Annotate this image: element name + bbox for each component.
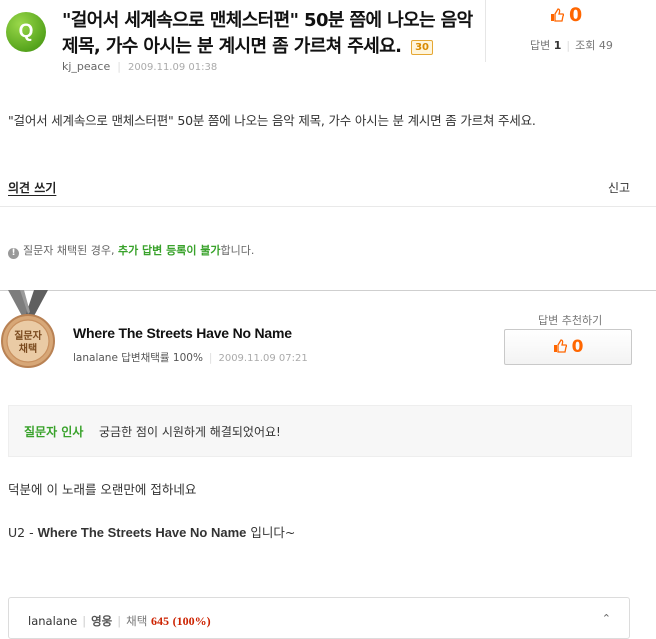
question-badge: Q xyxy=(6,12,46,52)
question-date: 2009.11.09 01:38 xyxy=(127,62,218,73)
meta-divider: | xyxy=(117,60,121,73)
profile-row: lanalane | 영웅 | 채택 645 (100%) xyxy=(28,613,211,629)
profile-adoption-label: 채택 xyxy=(126,614,148,628)
answer-body-line1: 덕분에 이 노래를 오랜만에 접하네요 xyxy=(8,482,197,497)
answer-body-line2: U2 - Where The Streets Have No Name 입니다~ xyxy=(8,522,295,541)
notice-highlight: 추가 답변 등록이 불가 xyxy=(117,244,221,257)
asker-thanks-box: 질문자 인사 궁금한 점이 시원하게 해결되었어요! xyxy=(8,405,632,457)
profile-name[interactable]: lanalane xyxy=(28,614,77,628)
like-counter: 0 xyxy=(550,4,582,26)
answer-meta: lanalane 답변채택률 100% | 2009.11.09 07:21 xyxy=(73,350,308,365)
question-stats: 0 답변 1 | 조회 49 xyxy=(485,0,656,62)
report-link[interactable]: 신고 xyxy=(608,179,630,196)
answer-title: Where The Streets Have No Name xyxy=(73,325,292,341)
counts-divider: | xyxy=(566,39,571,52)
thanks-label: 질문자 인사 xyxy=(24,425,84,439)
answer-song-title: Where The Streets Have No Name xyxy=(37,525,247,540)
points-badge: 30 xyxy=(411,39,434,55)
thumbs-up-icon xyxy=(551,8,564,22)
answer-view-counts: 답변 1 | 조회 49 xyxy=(530,37,613,53)
adoption-notice: ! 질문자 채택된 경우, 추가 답변 등록이 불가합니다. xyxy=(8,242,254,259)
thanks-message: 궁금한 점이 시원하게 해결되었어요! xyxy=(99,425,281,439)
meta-divider: | xyxy=(208,352,213,364)
profile-divider: | xyxy=(117,614,122,628)
write-opinion-link[interactable]: 의견 쓰기 xyxy=(8,179,56,196)
views-count: 49 xyxy=(598,39,613,52)
question-meta: kj_peace | 2009.11.09 01:38 xyxy=(62,60,217,73)
question-title: "걸어서 세계속으로 맨체스터편" 50분 쯤에 나오는 음악 제목, 가수 아… xyxy=(62,8,482,60)
adoption-rate: 답변채택률 100% xyxy=(121,352,203,364)
profile-adoption-count: 645 xyxy=(150,614,169,628)
answer-body-suffix: 입니다~ xyxy=(246,525,296,540)
thumbs-up-icon xyxy=(553,339,567,353)
like-count: 0 xyxy=(569,4,583,26)
divider xyxy=(0,206,656,207)
question-body: "걸어서 세계속으로 맨체스터편" 50분 쯤에 나오는 음악 제목, 가수 아… xyxy=(8,113,536,128)
notice-suffix: 합니다. xyxy=(220,244,255,257)
profile-adoption-pct: (100%) xyxy=(172,614,211,628)
views-label: 조회 xyxy=(575,39,596,52)
answer-author[interactable]: lanalane xyxy=(73,352,118,364)
answers-label: 답변 xyxy=(530,39,551,52)
recommend-label: 답변 추천하기 xyxy=(538,314,603,327)
adopted-medal-icon: 질문자 채택 xyxy=(1,290,55,368)
answers-count: 1 xyxy=(553,39,562,52)
answer-artist: U2 - xyxy=(8,525,38,540)
answer-date: 2009.11.09 07:21 xyxy=(218,353,308,364)
recommend-button[interactable]: 0 xyxy=(504,329,632,365)
answer-section-divider xyxy=(0,290,656,291)
profile-divider: | xyxy=(82,614,87,628)
question-author[interactable]: kj_peace xyxy=(62,60,110,73)
recommend-count: 0 xyxy=(571,337,584,357)
profile-grade: 영웅 xyxy=(91,614,113,628)
answerer-profile-card: lanalane | 영웅 | 채택 645 (100%) ⌃ xyxy=(8,597,630,639)
medal-label-line1: 질문자 xyxy=(14,329,42,342)
caret-up-icon[interactable]: ⌃ xyxy=(602,612,611,625)
notice-prefix: 질문자 채택된 경우, xyxy=(23,244,118,257)
medal-label-line2: 채택 xyxy=(19,342,37,355)
info-icon: ! xyxy=(8,248,19,259)
